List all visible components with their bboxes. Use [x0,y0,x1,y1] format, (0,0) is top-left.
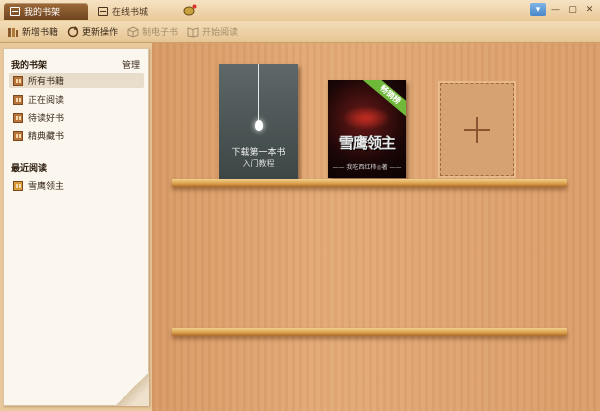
bookshelf-icon [13,94,23,105]
bookshelf-icon [10,7,20,16]
cube-icon [127,25,139,38]
add-book-slot[interactable] [438,81,516,178]
update-button[interactable]: 更新操作 [67,23,118,41]
placeholder-book-title: 下载第一本书 [231,148,286,158]
cover-art [342,106,390,130]
title-bar: 我的书架 在线书城 ▾ — ▢ ✕ [0,0,600,21]
window-controls: ▾ — ▢ ✕ [530,3,597,16]
tab-my-shelf-label: 我的书架 [24,8,61,18]
download-first-book-card[interactable]: 下载第一本书 入门教程 [219,64,298,180]
start-reading-label: 开始阅读 [202,28,239,38]
sidebar: 我的书架 管理 所有书籍 正在阅读 待读好书 精典藏书 最近阅读 雪鹰领主 [3,48,149,406]
add-book-label: 新增书籍 [22,28,59,38]
store-icon [98,7,108,16]
my-shelf-header: 我的书架 [11,61,48,71]
shelf-board-top [172,179,567,187]
sidebar-item-label: 精典藏书 [28,132,65,142]
book-icon [13,180,23,191]
add-books-icon [8,27,18,37]
shelf-board-bottom [172,328,567,336]
start-reading-button[interactable]: 开始阅读 [187,23,238,41]
recent-reading-header: 最近阅读 [11,164,48,174]
make-ebook-label: 制电子书 [142,28,179,38]
manage-link[interactable]: 管理 [122,58,140,71]
tab-my-shelf[interactable]: 我的书架 [4,3,88,20]
make-ebook-button[interactable]: 制电子书 [127,23,178,41]
recent-item-label: 雪鹰领主 [28,182,65,192]
recent-item[interactable]: 雪鹰领主 [9,178,144,193]
tab-online-store[interactable]: 在线书城 [92,3,176,20]
dropdown-menu-button[interactable]: ▾ [530,3,546,16]
open-book-icon [187,26,199,38]
bookshelf-area: 下载第一本书 入门教程 畅销榜 雪鹰领主 —— 我吃西红柿◎著 —— [152,43,600,411]
book-author: —— 我吃西红柿◎著 —— [332,164,402,171]
maximize-button[interactable]: ▢ [565,3,580,16]
refresh-icon [67,25,79,37]
book-title: 雪鹰领主 [338,134,396,152]
light-bulb-icon [255,120,263,131]
update-label: 更新操作 [82,28,119,38]
tab-online-store-label: 在线书城 [112,8,149,18]
bookshelf-icon [13,130,23,141]
bookshelf-icon [13,75,23,86]
page-curl-decoration [115,372,149,406]
sidebar-item-label: 所有书籍 [28,77,65,87]
sidebar-item-to-read[interactable]: 待读好书 [9,110,144,125]
plus-icon [464,116,490,143]
sidebar-item-all-books[interactable]: 所有书籍 [9,73,144,88]
bookshelf-icon [13,112,23,123]
sidebar-item-reading[interactable]: 正在阅读 [9,92,144,107]
sidebar-item-label: 正在阅读 [28,96,65,106]
sidebar-item-label: 待读好书 [28,114,65,124]
add-book-button[interactable]: 新增书籍 [7,23,58,41]
skin-icon[interactable] [183,4,197,16]
minimize-button[interactable]: — [548,3,563,16]
lamp-cord [258,64,259,121]
close-button[interactable]: ✕ [582,3,597,16]
toolbar: 新增书籍 更新操作 制电子书 开始阅读 [0,21,600,43]
book-card[interactable]: 畅销榜 雪鹰领主 —— 我吃西红柿◎著 —— [328,80,406,178]
sidebar-item-collection[interactable]: 精典藏书 [9,128,144,143]
placeholder-book-subtitle: 入门教程 [242,159,275,168]
